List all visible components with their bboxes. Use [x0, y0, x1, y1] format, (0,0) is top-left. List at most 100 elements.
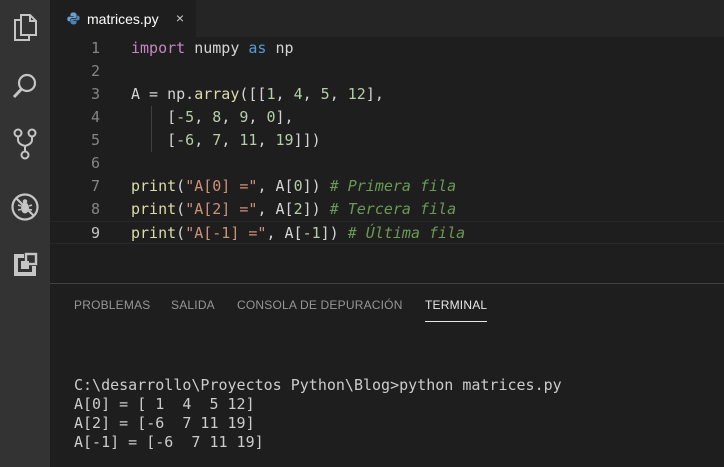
- terminal-line: A[0] = [ 1 4 5 12]: [74, 395, 255, 413]
- line-number: 2: [90, 62, 100, 80]
- code-token: ]): [302, 177, 330, 195]
- code-token: ]]): [293, 131, 321, 149]
- code-token: ,: [257, 131, 276, 149]
- code-token: , A[: [266, 224, 303, 242]
- tab-salida[interactable]: SALIDA: [171, 298, 215, 312]
- code-token: ],: [365, 85, 384, 103]
- code-line[interactable]: 1 import numpy as np: [50, 37, 724, 60]
- code-text: import numpy as np: [131, 37, 294, 60]
- code-text: print("A[2] =", A[2]) # Tercera fila: [131, 198, 456, 221]
- terminal-line: A[-1] = [-6 7 11 19]: [74, 433, 264, 451]
- python-file-icon: [67, 12, 80, 25]
- code-editor[interactable]: 1 import numpy as np 2 3 A = np.array([[1, 4…: [50, 37, 724, 283]
- code-text: [-5, 8, 9, 0],: [131, 106, 294, 129]
- code-token: array: [194, 85, 240, 103]
- code-token: ,: [329, 85, 348, 103]
- code-line[interactable]: 6: [50, 152, 724, 175]
- code-token: 19: [275, 131, 294, 149]
- activity-bar: [0, 0, 50, 467]
- code-token: A = np.: [131, 85, 195, 103]
- source-control-icon[interactable]: [0, 122, 50, 166]
- code-token: # Tercera fila: [329, 200, 457, 218]
- line-number: 6: [90, 154, 100, 172]
- code-token: import: [131, 39, 186, 57]
- code-token: -6: [176, 131, 195, 149]
- files-icon[interactable]: [0, 5, 50, 49]
- terminal-line: A[2] = [-6 7 11 19]: [74, 414, 255, 432]
- code-token: , A[: [257, 200, 294, 218]
- tab-terminal[interactable]: TERMINAL: [425, 298, 487, 312]
- code-text: print("A[0] =", A[0]) # Primera fila: [131, 175, 456, 198]
- code-token: (: [176, 200, 186, 218]
- code-token: 8: [212, 108, 222, 126]
- tab-label: matrices.py: [87, 10, 159, 27]
- code-token: print: [131, 200, 177, 218]
- tab-close-icon[interactable]: ×: [176, 10, 184, 26]
- code-token: ,: [248, 108, 267, 126]
- line-number: 4: [90, 108, 100, 126]
- code-token: ([[: [239, 85, 267, 103]
- code-token: ,: [221, 131, 240, 149]
- extensions-icon[interactable]: [0, 243, 50, 287]
- line-number: 1: [90, 39, 100, 57]
- code-token: 0: [266, 108, 276, 126]
- code-token: as: [248, 39, 267, 57]
- tab-matrices-py[interactable]: matrices.py ×: [50, 0, 196, 37]
- code-token: ,: [302, 85, 321, 103]
- code-line[interactable]: 4 [-5, 8, 9, 0],: [50, 106, 724, 129]
- code-token: 2: [293, 200, 303, 218]
- search-icon[interactable]: [0, 64, 50, 108]
- terminal-line: C:\desarrollo\Proyectos Python\Blog>pyth…: [74, 376, 562, 394]
- active-tab-indicator: [425, 321, 487, 322]
- code-token: , A[: [257, 177, 294, 195]
- code-line[interactable]: 2: [50, 60, 724, 83]
- code-token: numpy: [185, 39, 249, 57]
- code-token: ]): [302, 200, 330, 218]
- code-token: 11: [239, 131, 258, 149]
- code-token: 0: [293, 177, 303, 195]
- code-token: ]): [320, 224, 348, 242]
- code-line[interactable]: 3 A = np.array([[1, 4, 5, 12],: [50, 83, 724, 106]
- code-line[interactable]: 9 print("A[-1] =", A[-1]) # Última fila: [50, 221, 724, 244]
- line-number: 9: [90, 224, 100, 242]
- code-token: -5: [176, 108, 195, 126]
- code-token: # Última fila: [347, 224, 466, 242]
- line-number: 8: [90, 200, 100, 218]
- code-token: -1: [302, 224, 321, 242]
- code-text: [-6, 7, 11, 19]]): [131, 129, 321, 152]
- code-token: (: [176, 177, 186, 195]
- tab-consola-de-depuracion[interactable]: CONSOLA DE DEPURACIÓN: [237, 298, 403, 312]
- code-token: 1: [266, 85, 276, 103]
- debug-icon[interactable]: [0, 185, 50, 229]
- code-line[interactable]: 7 print("A[0] =", A[0]) # Primera fila: [50, 175, 724, 198]
- line-number: 3: [90, 85, 100, 103]
- code-token: print: [131, 177, 177, 195]
- code-text: A = np.array([[1, 4, 5, 12],: [131, 83, 384, 106]
- code-token: print: [131, 224, 177, 242]
- code-token: ],: [275, 108, 294, 126]
- code-token: ,: [275, 85, 294, 103]
- line-number: 5: [90, 131, 100, 149]
- editor-tab-strip: matrices.py ×: [50, 0, 724, 37]
- code-token: 12: [347, 85, 366, 103]
- code-token: 4: [293, 85, 303, 103]
- code-token: "A[0] =": [185, 177, 258, 195]
- code-line[interactable]: 5 [-6, 7, 11, 19]]): [50, 129, 724, 152]
- code-token: 7: [212, 131, 222, 149]
- code-token: (: [176, 224, 186, 242]
- code-token: ,: [221, 108, 240, 126]
- code-line[interactable]: 8 print("A[2] =", A[2]) # Tercera fila: [50, 198, 724, 221]
- code-token: ,: [194, 131, 213, 149]
- line-number: 7: [90, 177, 100, 195]
- code-token: "A[2] =": [185, 200, 258, 218]
- code-token: 5: [320, 85, 330, 103]
- code-token: [: [131, 131, 177, 149]
- code-token: ,: [194, 108, 213, 126]
- bottom-panel: PROBLEMAS SALIDA CONSOLA DE DEPURACIÓN T…: [50, 283, 724, 467]
- code-text: print("A[-1] =", A[-1]) # Última fila: [131, 222, 465, 245]
- code-token: [: [131, 108, 177, 126]
- code-token: np: [266, 39, 294, 57]
- tab-problemas[interactable]: PROBLEMAS: [74, 298, 151, 312]
- code-token: # Primera fila: [329, 177, 457, 195]
- code-token: "A[-1] =": [185, 224, 267, 242]
